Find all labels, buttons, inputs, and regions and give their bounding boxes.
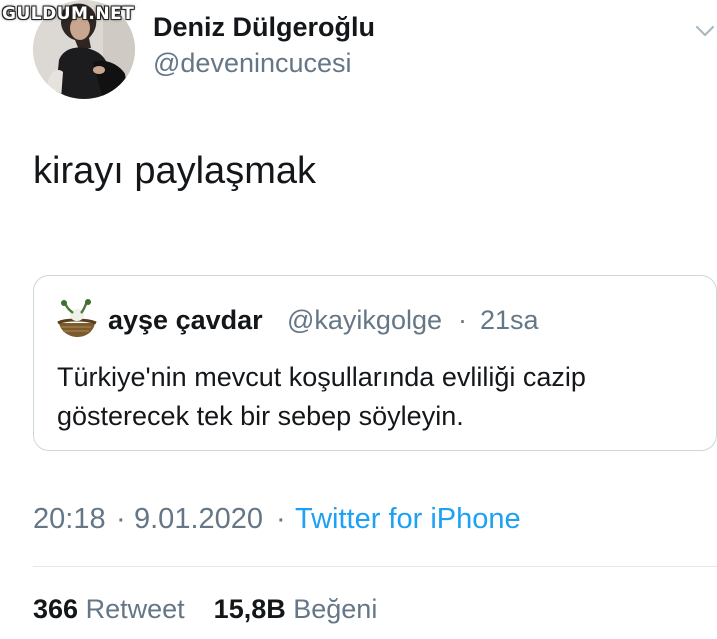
tweet-stats: 366 Retweet 15,8B Beğeni <box>33 594 377 625</box>
quoted-handle[interactable]: @kayikgolge <box>287 305 442 336</box>
tweet-date[interactable]: 9.01.2020 <box>134 503 263 536</box>
tweet-time[interactable]: 20:18 <box>33 503 106 536</box>
meta-separator: · <box>116 503 126 535</box>
quoted-timestamp[interactable]: 21sa <box>480 305 539 336</box>
quoted-tweet-text: Türkiye'nin mevcut koşullarında evliliği… <box>57 362 586 431</box>
tweet-source-link[interactable]: Twitter for iPhone <box>295 503 521 536</box>
author-handle[interactable]: @devenincucesi <box>153 48 352 79</box>
bird-nest-avatar-icon[interactable] <box>55 297 97 339</box>
chevron-down-icon[interactable] <box>693 22 717 40</box>
quoted-separator: · <box>458 305 467 335</box>
author-display-name[interactable]: Deniz Dülgeroğlu <box>153 12 375 43</box>
tweet-text: kirayı paylaşmak <box>33 150 316 192</box>
meta-separator: · <box>276 503 286 535</box>
quoted-display-name[interactable]: ayşe çavdar <box>108 305 263 336</box>
watermark: GULDUM.NET <box>2 4 135 24</box>
retweet-count[interactable]: 366 <box>33 594 78 624</box>
like-label[interactable]: Beğeni <box>293 594 377 624</box>
like-count[interactable]: 15,8B <box>214 594 286 624</box>
divider <box>33 566 717 567</box>
retweet-label[interactable]: Retweet <box>86 594 185 624</box>
